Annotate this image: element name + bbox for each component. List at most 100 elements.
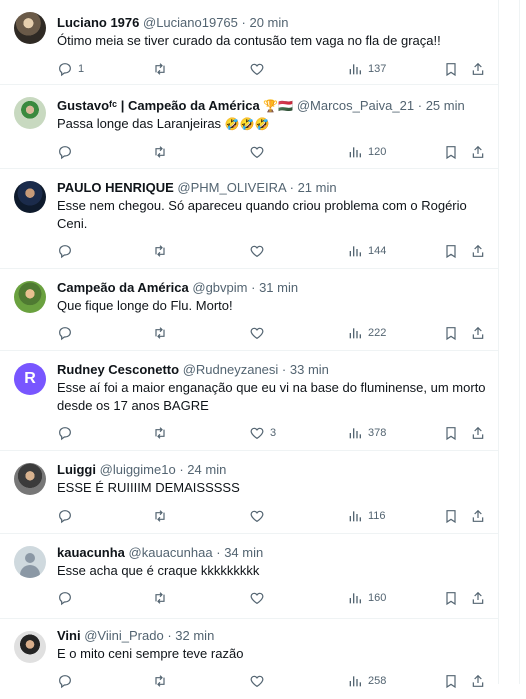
like-button[interactable] — [249, 506, 270, 526]
retweet-button[interactable] — [152, 142, 173, 162]
like-button[interactable] — [249, 588, 270, 608]
tweet-text-emoji: 🤣🤣🤣 — [224, 117, 270, 131]
timestamp[interactable]: 31 min — [259, 280, 298, 295]
separator: · — [251, 280, 256, 295]
timestamp[interactable]: 21 min — [298, 180, 337, 195]
reply-button[interactable] — [57, 423, 78, 443]
share-button[interactable] — [470, 142, 486, 162]
views-button[interactable]: 144 — [347, 241, 386, 261]
user-handle[interactable]: @Luciano19765 — [143, 15, 238, 30]
display-name[interactable]: Rudney Cesconetto — [57, 362, 179, 377]
reply-button[interactable] — [57, 142, 78, 162]
tweet[interactable]: Campeão da América @gbvpim · 31 min Que … — [0, 269, 498, 351]
retweet-button[interactable] — [152, 323, 173, 343]
bookmark-button[interactable] — [443, 423, 459, 443]
default-avatar-head — [25, 553, 35, 563]
reply-button[interactable] — [57, 241, 78, 261]
tweet[interactable]: Luciano 1976 @Luciano19765 · 20 min Ótim… — [0, 0, 498, 85]
bookmark-button[interactable] — [443, 671, 459, 691]
tweet-header: Gustavoᶠᶜ | Campeão da América 🏆🇭🇺 @Marc… — [57, 97, 465, 115]
share-button[interactable] — [470, 671, 486, 691]
user-handle[interactable]: @luiggime1o — [100, 462, 176, 477]
reply-button[interactable] — [57, 323, 78, 343]
avatar[interactable] — [14, 631, 46, 663]
tweet[interactable]: kauacunha @kauacunhaa · 34 min Esse acha… — [0, 534, 498, 619]
timestamp[interactable]: 20 min — [249, 15, 288, 30]
bookmark-button[interactable] — [443, 588, 459, 608]
bookmark-button[interactable] — [443, 59, 459, 79]
display-name[interactable]: Campeão da América — [57, 280, 189, 295]
view-count: 378 — [368, 427, 387, 439]
timestamp[interactable]: 25 min — [426, 98, 465, 113]
tweet[interactable]: R Rudney Cesconetto @Rudneyzanesi · 33 m… — [0, 351, 498, 451]
retweet-button[interactable] — [152, 671, 173, 691]
bookmark-button[interactable] — [443, 506, 459, 526]
avatar[interactable] — [14, 97, 46, 129]
avatar[interactable] — [14, 12, 46, 44]
tweet[interactable]: Luiggi @luiggime1o · 24 min ESSE É RUIII… — [0, 451, 498, 534]
user-handle[interactable]: @Rudneyzanesi — [183, 362, 279, 377]
display-name[interactable]: Luiggi — [57, 462, 96, 477]
timestamp[interactable]: 34 min — [224, 545, 263, 560]
user-handle[interactable]: @gbvpim — [192, 280, 247, 295]
views-button[interactable]: 258 — [347, 671, 386, 691]
retweet-button[interactable] — [152, 506, 173, 526]
view-count: 116 — [368, 510, 386, 522]
tweet[interactable]: Gustavoᶠᶜ | Campeão da América 🏆🇭🇺 @Marc… — [0, 85, 498, 169]
views-button[interactable]: 116 — [347, 506, 386, 526]
bookmark-button[interactable] — [443, 323, 459, 343]
share-button[interactable] — [470, 241, 486, 261]
like-button[interactable]: 3 — [249, 423, 276, 443]
reply-button[interactable]: 1 — [57, 59, 84, 79]
display-name[interactable]: Luciano 1976 — [57, 15, 139, 30]
timestamp[interactable]: 24 min — [187, 462, 226, 477]
share-icon — [472, 426, 484, 439]
display-name[interactable]: Gustavoᶠᶜ | Campeão da América — [57, 98, 260, 113]
like-button[interactable] — [249, 671, 270, 691]
retweet-button[interactable] — [152, 588, 173, 608]
avatar[interactable] — [14, 281, 46, 313]
display-name[interactable]: Vini — [57, 628, 81, 643]
reply-button[interactable] — [57, 588, 78, 608]
bookmark-button[interactable] — [443, 241, 459, 261]
avatar[interactable] — [14, 546, 46, 578]
user-handle[interactable]: @PHM_OLIVEIRA — [177, 180, 286, 195]
retweet-button[interactable] — [152, 423, 173, 443]
bookmark-button[interactable] — [443, 142, 459, 162]
tweet[interactable]: Vini @Viini_Prado · 32 min E o mito ceni… — [0, 619, 498, 699]
views-button[interactable]: 160 — [347, 588, 386, 608]
avatar[interactable] — [14, 463, 46, 495]
view-count: 160 — [368, 592, 387, 604]
tweet[interactable]: PAULO HENRIQUE @PHM_OLIVEIRA · 21 min Es… — [0, 169, 498, 269]
avatar[interactable] — [14, 181, 46, 213]
timestamp[interactable]: 32 min — [175, 628, 214, 643]
views-button[interactable]: 378 — [347, 423, 386, 443]
view-count: 258 — [368, 675, 387, 687]
timestamp[interactable]: 33 min — [290, 362, 329, 377]
user-handle[interactable]: @Viini_Prado — [84, 628, 163, 643]
avatar[interactable]: R — [14, 363, 46, 395]
share-button[interactable] — [470, 506, 486, 526]
reply-button[interactable] — [57, 671, 78, 691]
views-button[interactable]: 137 — [347, 59, 386, 79]
views-button[interactable]: 222 — [347, 323, 386, 343]
retweet-button[interactable] — [152, 241, 173, 261]
retweet-icon — [155, 63, 165, 75]
view-count: 137 — [368, 63, 387, 75]
views-button[interactable]: 120 — [347, 142, 386, 162]
display-name[interactable]: PAULO HENRIQUE — [57, 180, 174, 195]
user-handle[interactable]: @Marcos_Paiva_21 — [297, 98, 414, 113]
retweet-button[interactable] — [152, 59, 173, 79]
display-name[interactable]: kauacunha — [57, 545, 125, 560]
reply-button[interactable] — [57, 506, 78, 526]
share-button[interactable] — [470, 323, 486, 343]
like-button[interactable] — [249, 142, 270, 162]
like-button[interactable] — [249, 241, 270, 261]
user-handle[interactable]: @kauacunhaa — [129, 545, 213, 560]
share-button[interactable] — [470, 588, 486, 608]
share-button[interactable] — [470, 423, 486, 443]
like-button[interactable] — [249, 59, 270, 79]
share-button[interactable] — [470, 59, 486, 79]
like-button[interactable] — [249, 323, 270, 343]
action-bar: 258 — [57, 671, 487, 691]
